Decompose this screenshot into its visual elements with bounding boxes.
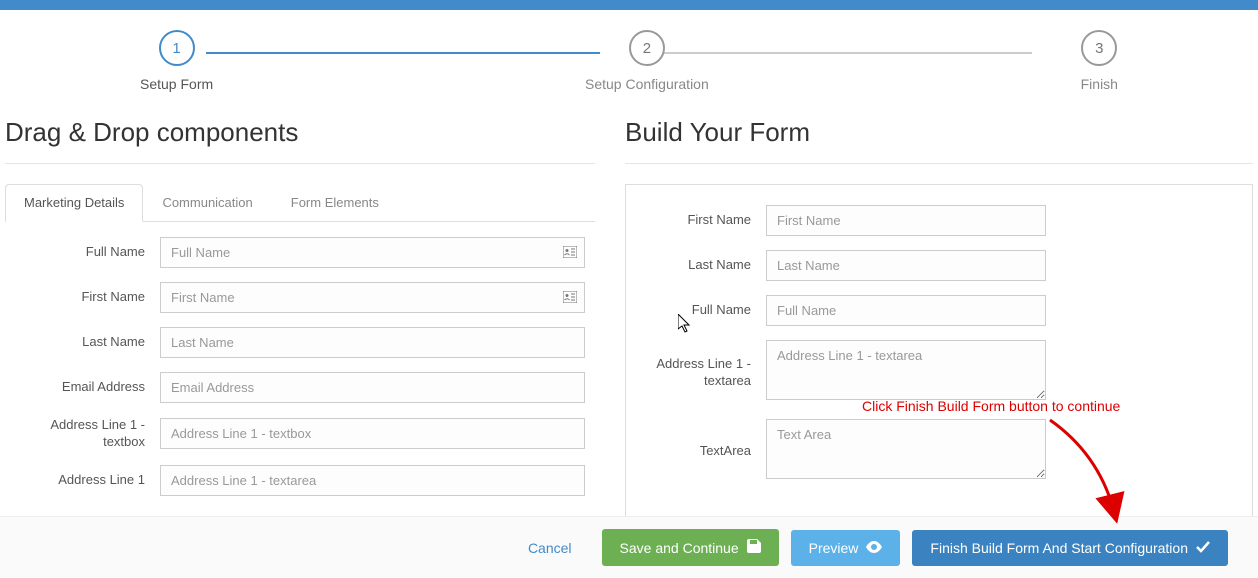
components-title: Drag & Drop components [5,107,595,163]
label: Last Name [626,257,766,274]
top-bar [0,0,1258,10]
title-underline [625,163,1253,164]
components-panel: Drag & Drop components Marketing Details… [5,107,605,522]
input[interactable] [766,205,1046,236]
cancel-button[interactable]: Cancel [510,530,590,566]
textarea[interactable] [766,419,1046,479]
components-scroll-area[interactable]: Full Name First Name Last Na [5,222,595,522]
label: TextArea [626,443,766,460]
step-2[interactable]: 2 Setup Configuration [585,30,709,92]
step-2-circle: 2 [629,30,665,66]
input[interactable] [766,250,1046,281]
contact-card-icon [563,245,577,261]
label-first-name: First Name [5,289,160,306]
step-1-label: Setup Form [140,76,213,92]
form-canvas[interactable]: First Name Last Name Full Name Address L… [625,184,1253,519]
form-builder-title: Build Your Form [625,107,1253,163]
title-underline [5,163,595,164]
stepper-line-1 [206,52,600,54]
input-address1-textbox[interactable] [160,418,585,449]
input-full-name[interactable] [160,237,585,268]
component-address1-textarea[interactable]: Address Line 1 [5,465,585,496]
label-address1-textbox: Address Line 1 - textbox [5,417,160,451]
input-email[interactable] [160,372,585,403]
step-2-label: Setup Configuration [585,76,709,92]
step-1[interactable]: 1 Setup Form [140,30,213,92]
finish-build-button[interactable]: Finish Build Form And Start Configuratio… [912,530,1228,566]
input-last-name[interactable] [160,327,585,358]
label-full-name: Full Name [5,244,160,261]
textarea[interactable] [766,340,1046,400]
label: First Name [626,212,766,229]
eye-icon [866,540,882,556]
form-field-full-name[interactable]: Full Name [626,295,1237,326]
check-icon [1196,540,1210,556]
step-1-circle: 1 [159,30,195,66]
finish-label: Finish Build Form And Start Configuratio… [930,540,1188,556]
save-label: Save and Continue [620,540,739,556]
component-address1-textbox[interactable]: Address Line 1 - textbox [5,417,585,451]
preview-label: Preview [809,540,859,556]
label-address1-textarea: Address Line 1 [5,472,160,489]
preview-button[interactable]: Preview [791,530,901,566]
form-builder-panel: Build Your Form First Name Last Name Ful… [605,107,1253,522]
component-full-name[interactable]: Full Name [5,237,585,268]
input-first-name[interactable] [160,282,585,313]
form-field-first-name[interactable]: First Name [626,205,1237,236]
form-field-address1[interactable]: Address Line 1 - textarea [626,340,1237,405]
step-3[interactable]: 3 Finish [1081,30,1118,92]
input[interactable] [766,295,1046,326]
input-address1-textarea[interactable] [160,465,585,496]
save-continue-button[interactable]: Save and Continue [602,529,779,566]
stepper: 1 Setup Form 2 Setup Configuration 3 Fin… [0,10,1258,107]
component-first-name[interactable]: First Name [5,282,585,313]
form-field-textarea[interactable]: TextArea [626,419,1237,484]
tab-marketing-details[interactable]: Marketing Details [5,184,143,222]
label-last-name: Last Name [5,334,160,351]
contact-card-icon [563,290,577,306]
tabs: Marketing Details Communication Form Ele… [5,184,595,222]
label: Full Name [626,302,766,319]
tab-form-elements[interactable]: Form Elements [272,184,398,221]
form-field-last-name[interactable]: Last Name [626,250,1237,281]
footer-actions: Cancel Save and Continue Preview Finish … [0,516,1258,578]
save-icon [747,539,761,556]
step-3-label: Finish [1081,76,1118,92]
tab-communication[interactable]: Communication [143,184,271,221]
label-email: Email Address [5,379,160,396]
component-last-name[interactable]: Last Name [5,327,585,358]
step-3-circle: 3 [1081,30,1117,66]
component-email[interactable]: Email Address [5,372,585,403]
label: Address Line 1 - textarea [626,356,766,390]
